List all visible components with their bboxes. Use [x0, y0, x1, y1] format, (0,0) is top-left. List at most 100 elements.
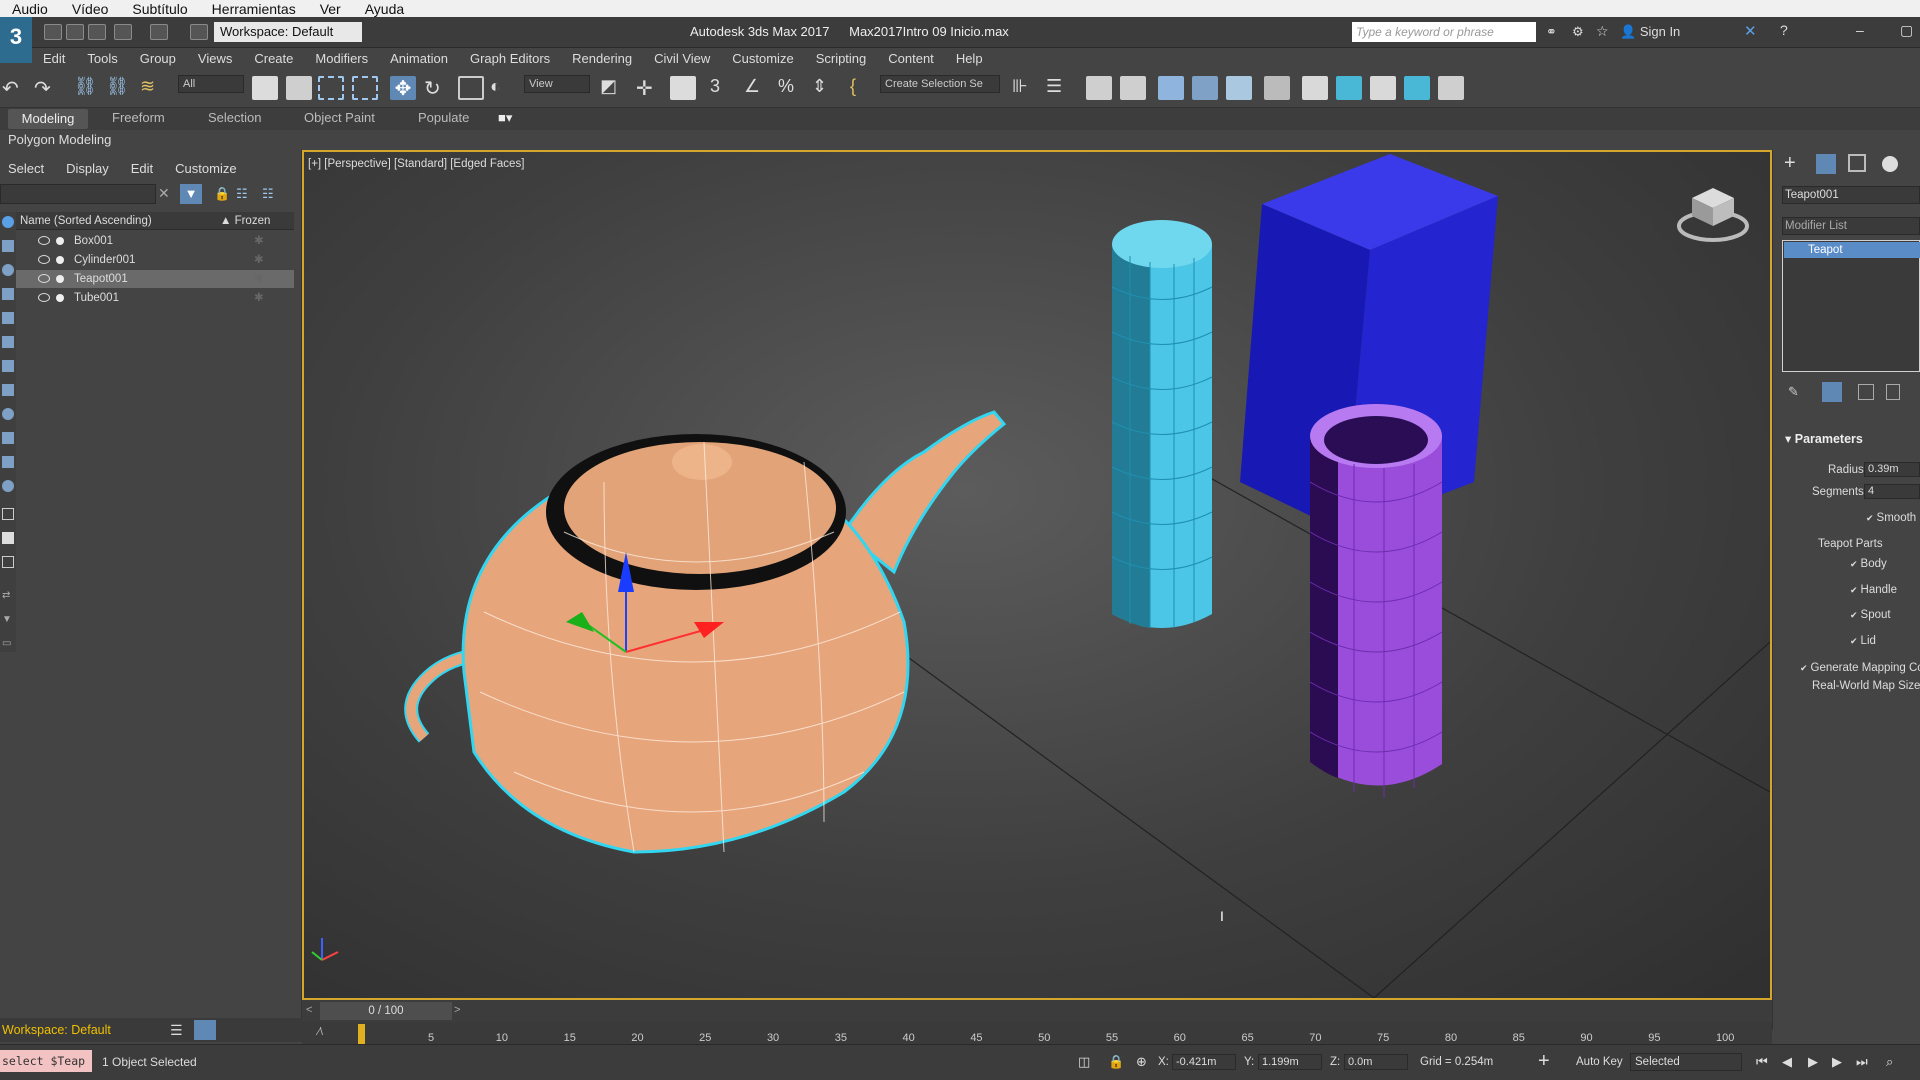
select-manipulate-icon[interactable]: ✛: [636, 76, 662, 100]
display-all-icon[interactable]: [2, 508, 14, 520]
time-slider[interactable]: [302, 1000, 1772, 1022]
explorer-menu-select[interactable]: Select: [8, 161, 44, 176]
track-bar[interactable]: [302, 1022, 1772, 1044]
explorer-row-teapot001[interactable]: Teapot001 ✱: [16, 270, 294, 288]
menu-graph-editors[interactable]: Graph Editors: [459, 51, 561, 66]
project-folder-icon[interactable]: [190, 24, 208, 40]
folder-strip-icon[interactable]: ▭: [2, 638, 14, 650]
pin-stack-icon[interactable]: ✎: [1788, 384, 1799, 400]
spout-checkbox[interactable]: Spout: [1850, 609, 1891, 621]
hierarchy-icon[interactable]: ☷: [236, 186, 248, 202]
display-spacewarps-icon[interactable]: [2, 336, 14, 348]
layers-icon[interactable]: ☷: [262, 186, 274, 202]
menu-edit[interactable]: Edit: [32, 51, 76, 66]
viewcube-icon[interactable]: [1676, 182, 1750, 247]
viewport-label-menu[interactable]: [+] [Perspective] [Standard] [Edged Face…: [308, 158, 524, 170]
menu-tools[interactable]: Tools: [76, 51, 128, 66]
explorer-menu-customize[interactable]: Customize: [175, 161, 236, 176]
absolute-mode-icon[interactable]: ⊕: [1136, 1054, 1147, 1070]
add-time-tag-icon[interactable]: +: [1538, 1050, 1550, 1073]
render-dot-icon[interactable]: [56, 237, 64, 245]
freeze-icon[interactable]: ✱: [254, 251, 264, 269]
curve-editor-icon[interactable]: [1192, 76, 1218, 100]
modifier-stack[interactable]: [1782, 240, 1920, 372]
restore-icon[interactable]: ▢: [1900, 22, 1913, 39]
menu-animation[interactable]: Animation: [379, 51, 459, 66]
next-frame-icon[interactable]: ▶: [1832, 1054, 1842, 1070]
show-end-result-icon[interactable]: [1822, 382, 1842, 402]
rectangular-selection-icon[interactable]: [318, 76, 344, 100]
workspace-footer-dropdown[interactable]: Workspace: Default: [0, 1020, 160, 1040]
real-world-map-size-checkbox[interactable]: Real-World Map Size: [1812, 680, 1920, 692]
select-by-name-icon[interactable]: [286, 76, 312, 100]
visibility-eye-icon[interactable]: [38, 274, 50, 283]
ribbon-options-icon[interactable]: ■▾: [498, 110, 512, 126]
align-icon[interactable]: ☰: [1046, 76, 1072, 100]
snaps-toggle-icon[interactable]: 3: [710, 76, 736, 100]
a360-gallery-icon[interactable]: [1438, 76, 1464, 100]
display-none-icon[interactable]: [2, 532, 14, 544]
player-menu-help[interactable]: Ayuda: [353, 1, 416, 17]
explorer-row-tube001[interactable]: Tube001 ✱: [16, 289, 294, 307]
favorites-star-icon[interactable]: ☆: [1596, 23, 1609, 40]
parameters-rollout-header[interactable]: ▾ Parameters: [1785, 431, 1863, 446]
angle-snap-icon[interactable]: ∠: [744, 76, 770, 100]
freeze-icon[interactable]: ✱: [254, 232, 264, 250]
rendered-frame-window-icon[interactable]: [1336, 76, 1362, 100]
column-frozen-header[interactable]: ▲ Frozen: [220, 212, 270, 230]
key-filter-selected-dropdown[interactable]: Selected: [1630, 1053, 1742, 1071]
visibility-eye-icon[interactable]: [38, 293, 50, 302]
motion-tab-icon[interactable]: [1882, 156, 1898, 172]
render-production-icon[interactable]: [1370, 76, 1396, 100]
create-tab-icon[interactable]: +: [1784, 152, 1796, 175]
render-setup-icon[interactable]: [1302, 76, 1328, 100]
bind-space-warp-icon[interactable]: ≋: [140, 76, 166, 100]
menu-civil-view[interactable]: Civil View: [643, 51, 721, 66]
make-unique-icon[interactable]: [1858, 384, 1874, 400]
select-and-link-icon[interactable]: ⛓: [74, 76, 100, 100]
lid-checkbox[interactable]: Lid: [1850, 635, 1876, 647]
display-cameras-icon[interactable]: [2, 288, 14, 300]
modifier-stack-item-teapot[interactable]: Teapot: [1784, 242, 1920, 258]
toggle-scene-explorer-icon[interactable]: [1086, 76, 1112, 100]
mini-curve-editor-icon[interactable]: ⁄\: [318, 1026, 323, 1038]
display-bones-icon[interactable]: [2, 408, 14, 420]
display-helpers-icon[interactable]: [2, 312, 14, 324]
selection-lock-icon[interactable]: 🔒: [1108, 1054, 1124, 1070]
menu-views[interactable]: Views: [187, 51, 243, 66]
time-slider-thumb[interactable]: 0 / 100: [320, 1002, 452, 1020]
render-dot-icon[interactable]: [56, 294, 64, 302]
display-lights-icon[interactable]: [2, 264, 14, 276]
handle-checkbox[interactable]: Handle: [1850, 584, 1897, 596]
modifier-list-dropdown[interactable]: Modifier List: [1782, 217, 1920, 235]
binoculars-icon[interactable]: ⚭: [1546, 24, 1557, 40]
filter-icon[interactable]: ▼: [180, 184, 202, 204]
place-object-icon[interactable]: ◐: [490, 76, 516, 100]
explorer-search-input[interactable]: [0, 184, 156, 204]
subscription-icon[interactable]: ⚙: [1572, 24, 1584, 40]
select-and-rotate-icon[interactable]: ↻: [424, 76, 450, 100]
menu-content[interactable]: Content: [877, 51, 945, 66]
play-icon[interactable]: ▶: [1808, 1054, 1818, 1070]
create-selection-set-dropdown[interactable]: Create Selection Se: [880, 75, 1000, 93]
previous-frame-icon[interactable]: ◀: [1782, 1054, 1792, 1070]
player-menu-view[interactable]: Ver: [308, 1, 353, 17]
select-object-icon[interactable]: [252, 76, 278, 100]
object-name-field[interactable]: Teapot001: [1782, 186, 1920, 204]
explorer-menu-display[interactable]: Display: [66, 161, 109, 176]
ribbon-tab-freeform[interactable]: Freeform: [112, 110, 165, 125]
unlink-selection-icon[interactable]: ⛓: [106, 76, 132, 100]
visibility-eye-icon[interactable]: [38, 255, 50, 264]
player-menu-tools[interactable]: Herramientas: [200, 1, 308, 17]
material-editor-icon[interactable]: [1264, 76, 1290, 100]
x-coordinate-field[interactable]: -0.421m: [1172, 1054, 1236, 1070]
menu-rendering[interactable]: Rendering: [561, 51, 643, 66]
display-hidden-icon[interactable]: [2, 480, 14, 492]
go-to-end-icon[interactable]: ⏭: [1856, 1054, 1868, 1070]
render-dot-icon[interactable]: [56, 275, 64, 283]
radius-spinner[interactable]: 0.39m: [1864, 462, 1920, 477]
ribbon-tab-object-paint[interactable]: Object Paint: [304, 110, 375, 125]
explorer-row-box001[interactable]: Box001 ✱: [16, 232, 294, 250]
layer-stack-icon[interactable]: ☰: [170, 1022, 183, 1039]
new-file-icon[interactable]: [44, 24, 62, 40]
